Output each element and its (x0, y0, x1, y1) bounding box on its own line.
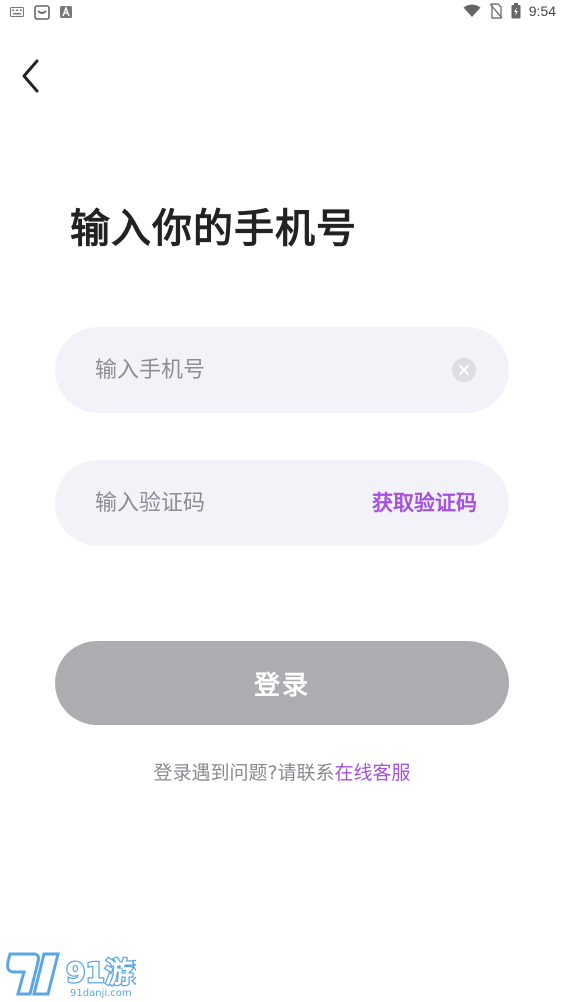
clear-circle-icon (452, 358, 476, 382)
watermark-logo: 91游戏 91danji.com (4, 948, 162, 1000)
status-bar: 9:54 (0, 0, 564, 26)
battery-charging-icon (511, 3, 521, 19)
help-text: 登录遇到问题?请联系在线客服 (0, 758, 564, 785)
status-bar-right: 9:54 (463, 3, 556, 19)
verification-code-input[interactable] (95, 460, 355, 546)
watermark-brand: 91游戏 (66, 956, 136, 989)
brand-logo-icon: 91游戏 91danji.com (6, 952, 162, 999)
status-time: 9:54 (528, 3, 556, 19)
wifi-icon (463, 4, 481, 17)
status-bar-left (10, 4, 72, 20)
phone-input[interactable] (95, 327, 435, 413)
app-notification-icon (34, 5, 50, 20)
keyboard-icon (10, 7, 24, 17)
phone-field (55, 327, 509, 413)
page-title: 输入你的手机号 (70, 206, 357, 252)
login-button[interactable]: 登录 (55, 641, 509, 725)
customer-service-link[interactable]: 在线客服 (335, 762, 411, 784)
back-button[interactable] (12, 56, 48, 96)
code-field: 获取验证码 (55, 460, 509, 546)
clear-phone-button[interactable] (452, 358, 476, 382)
get-code-button[interactable]: 获取验证码 (372, 460, 477, 546)
help-prefix: 登录遇到问题?请联系 (153, 762, 335, 784)
no-sim-icon (489, 3, 503, 19)
chevron-left-icon (22, 59, 39, 93)
text-icon (60, 6, 72, 18)
watermark-site: 91danji.com (70, 988, 132, 999)
